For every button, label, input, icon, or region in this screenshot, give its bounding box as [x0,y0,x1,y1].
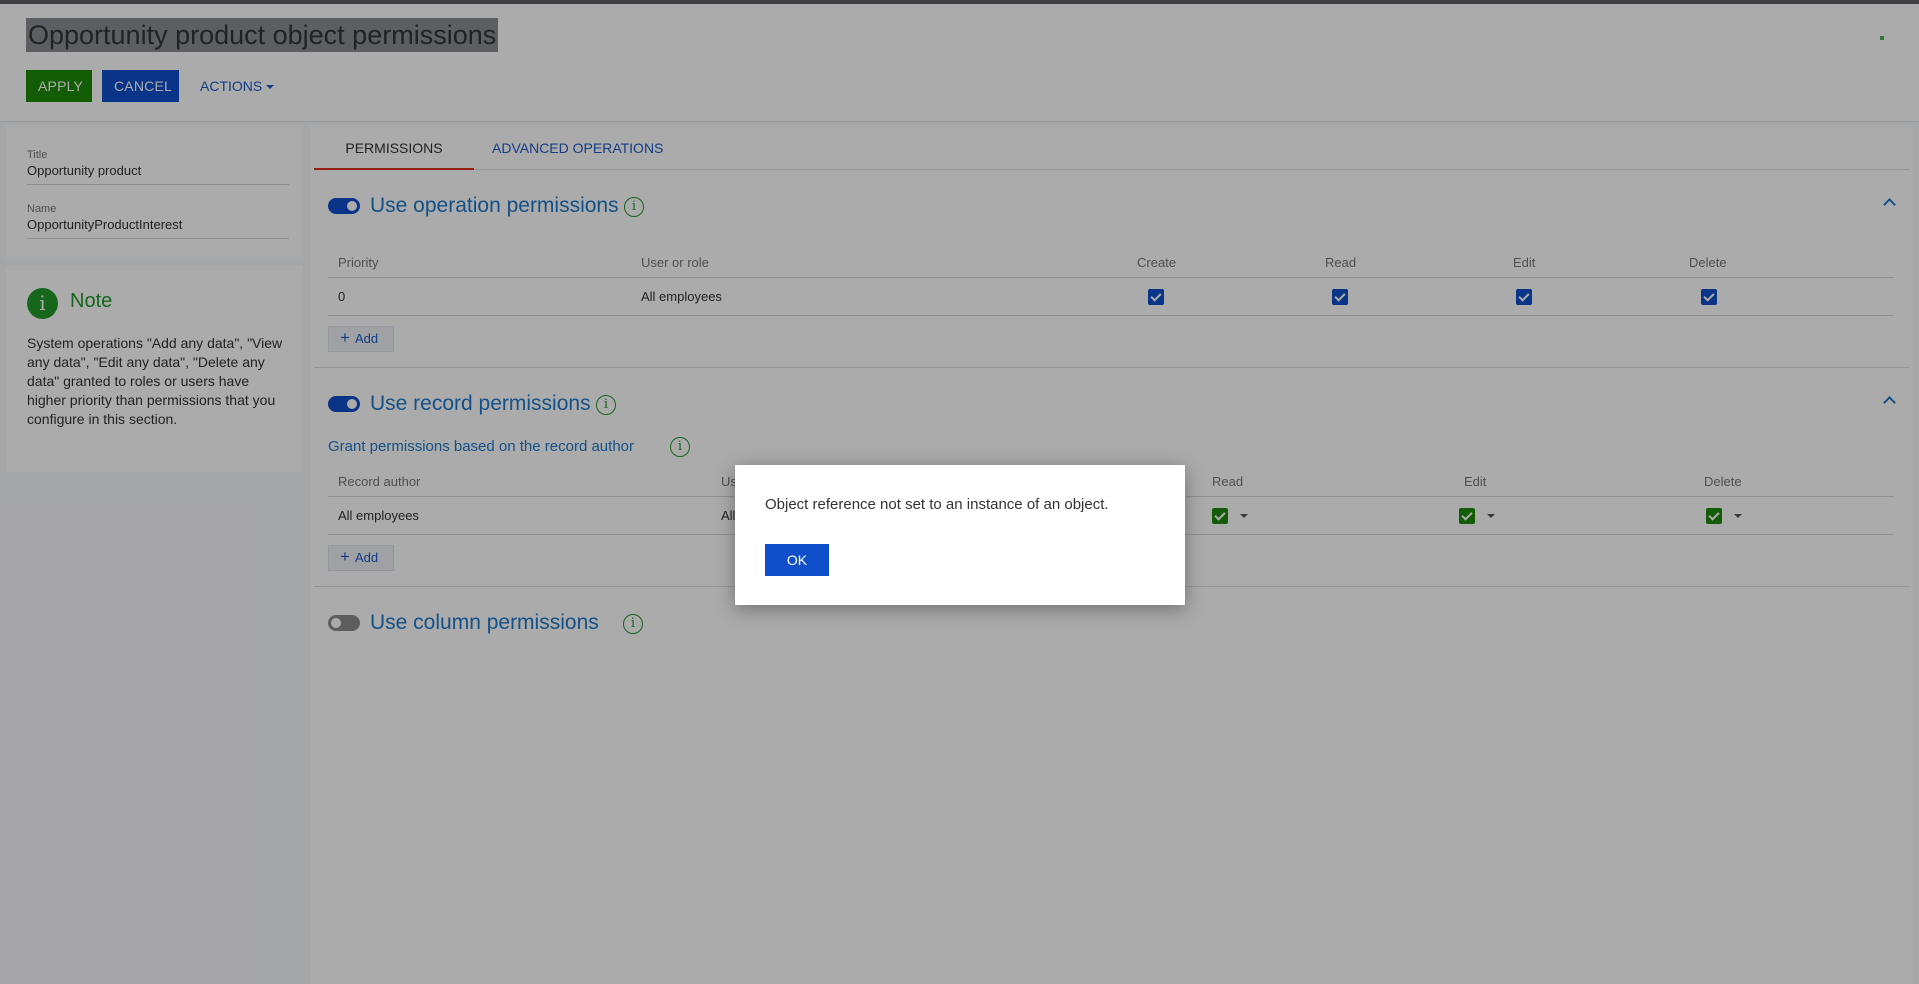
ok-button[interactable]: OK [765,544,829,576]
error-dialog: Object reference not set to an instance … [735,465,1185,605]
dialog-message: Object reference not set to an instance … [765,496,1109,513]
